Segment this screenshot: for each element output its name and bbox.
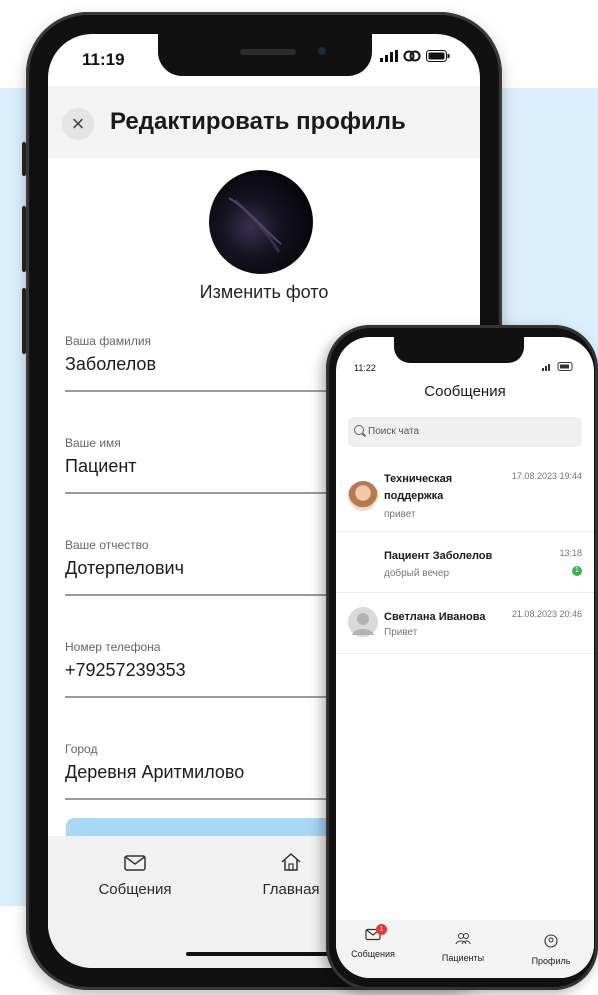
chat-search-input[interactable]: Поиск чата — [348, 417, 582, 447]
chat-preview: добрый вечер — [384, 568, 449, 579]
search-placeholder: Поиск чата — [368, 426, 420, 437]
secondary-phone: 11:22 Сообщения Поиск чата Техническая п… — [326, 325, 598, 990]
front-camera — [318, 47, 326, 55]
chat-date: 17.08.2023 19:44 — [511, 471, 582, 481]
close-icon[interactable]: × — [62, 108, 94, 140]
tab-messages[interactable]: Собщения — [80, 854, 190, 898]
envelope-icon — [124, 855, 146, 871]
home-icon — [281, 852, 301, 871]
people-icon — [455, 933, 471, 945]
notification-badge: 1 — [376, 924, 387, 935]
battery-icon — [426, 50, 450, 62]
status-icons — [380, 50, 450, 62]
chat-preview: Привет — [384, 627, 418, 638]
tab-label: Пациенты — [441, 953, 485, 963]
status-time: 11:19 — [82, 50, 125, 69]
notch — [158, 34, 372, 76]
link-icon — [403, 50, 421, 62]
chat-item[interactable]: Пациент Заболелов добрый вечер 13:18 1 — [336, 532, 594, 593]
tab-patients[interactable]: Пациенты — [428, 932, 498, 963]
search-icon — [354, 425, 364, 435]
tab-label: Собщения — [351, 949, 395, 959]
avatar — [348, 607, 378, 637]
chat-item[interactable]: Светлана Иванова Привет 21.08.2023 20:46 — [336, 593, 594, 654]
status-icons — [542, 362, 576, 373]
messages-title: Сообщения — [424, 383, 506, 400]
unread-badge: 1 — [572, 566, 582, 576]
chat-name: Светлана Иванова — [384, 611, 486, 623]
tab-messages[interactable]: 1 Собщения — [338, 924, 408, 959]
profile-icon — [544, 934, 558, 948]
chat-date: 21.08.2023 20:46 — [511, 609, 582, 619]
bottom-tab-bar: 1 Собщения Пациенты Профиль — [336, 920, 594, 978]
chat-name: Техническая поддержка — [384, 473, 453, 502]
chat-date: 13:18 — [559, 548, 582, 558]
status-time: 11:22 — [354, 363, 376, 373]
avatar — [348, 481, 378, 511]
chat-name: Пациент Заболелов — [384, 550, 493, 562]
signal-icon — [380, 50, 398, 62]
chat-item[interactable]: Техническая поддержка привет 17.08.2023 … — [336, 459, 594, 532]
battery-icon — [542, 362, 573, 371]
messages-screen: 11:22 Сообщения Поиск чата Техническая п… — [336, 337, 594, 978]
default-avatar-icon — [352, 613, 374, 635]
tab-label: Собщения — [98, 881, 172, 898]
tab-profile[interactable]: Профиль — [516, 934, 586, 966]
avatar[interactable] — [209, 170, 313, 274]
speaker — [240, 49, 296, 55]
change-photo-link[interactable]: Изменить фото — [48, 282, 480, 303]
chat-preview: привет — [384, 509, 416, 520]
volume-down-button — [22, 288, 26, 354]
page-title: Редактировать профиль — [110, 108, 406, 135]
tab-label: Профиль — [531, 956, 571, 966]
volume-up-button — [22, 206, 26, 272]
avatar-image — [228, 197, 282, 253]
notch — [394, 337, 524, 363]
silent-switch — [22, 142, 26, 176]
profile-header: × Редактировать профиль — [48, 86, 480, 158]
